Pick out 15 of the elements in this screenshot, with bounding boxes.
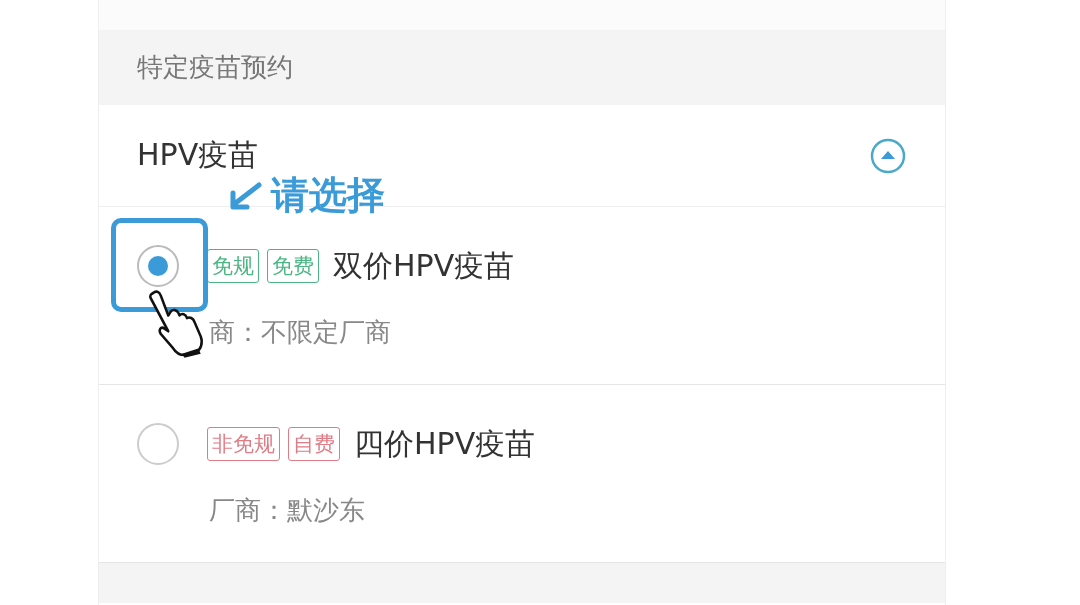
tag: 免费 [267, 249, 319, 283]
tag: 自费 [288, 427, 340, 461]
vaccine-name: 四价HPV疫苗 [354, 424, 536, 463]
group-title: HPV疫苗 [137, 136, 259, 174]
radio-button[interactable] [137, 423, 179, 465]
tag: 免规 [207, 249, 259, 283]
section-title: 特定疫苗预约 [137, 51, 293, 84]
vendor-text: 厂商：默沙东 [209, 494, 365, 527]
collapse-icon[interactable] [869, 136, 907, 175]
arrow-icon [227, 180, 263, 211]
vaccine-name: 双价HPV疫苗 [333, 246, 515, 285]
radio-button[interactable] [137, 245, 179, 287]
vendor-text: 商：不限定厂商 [209, 316, 391, 349]
tag: 非免规 [207, 427, 280, 461]
annotation-text: 请选择 [271, 172, 385, 219]
